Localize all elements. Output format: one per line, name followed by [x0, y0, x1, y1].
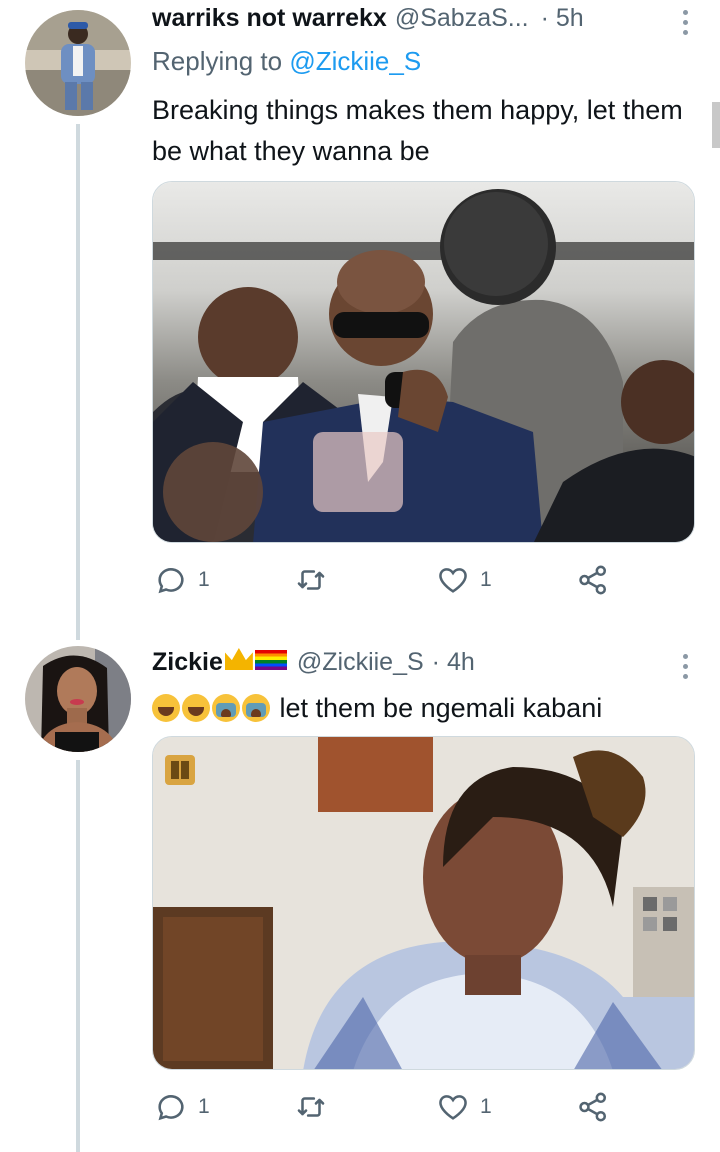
tweet-actions: 1 1: [152, 563, 632, 603]
scrollbar[interactable]: [712, 102, 720, 148]
replying-to-label: Replying to: [152, 46, 290, 76]
display-name[interactable]: warriks not warrekx: [152, 4, 387, 33]
thread-line: [76, 760, 80, 1152]
display-name[interactable]: Zickie: [152, 648, 223, 677]
reply-button[interactable]: 1: [154, 1090, 210, 1124]
reply-button[interactable]: 1: [154, 563, 210, 597]
avatar-zickie[interactable]: [25, 646, 131, 752]
rainbow-flag-icon: [254, 650, 287, 670]
reply-icon: [158, 568, 184, 594]
like-count: 1: [480, 568, 492, 591]
share-icon: [579, 565, 607, 595]
reply-count: 1: [198, 568, 210, 591]
tweet-header: Zickie @Zickiie_S · 4h: [152, 648, 690, 684]
laughing-emoji-icon: [182, 694, 210, 722]
retweet-button[interactable]: [294, 563, 338, 597]
tweet-text-body: let them be ngemali kabani: [279, 693, 603, 723]
crying-emoji-icon: [242, 694, 270, 722]
share-button[interactable]: [576, 563, 610, 597]
like-button[interactable]: 1: [436, 1090, 492, 1124]
more-vertical-icon[interactable]: [680, 654, 690, 684]
tweet-header: warriks not warrekx @SabzaS... · 5h: [152, 4, 690, 40]
handle[interactable]: @SabzaS...: [395, 4, 529, 33]
share-icon: [579, 1092, 607, 1122]
replying-to-mention[interactable]: @Zickiie_S: [289, 46, 421, 76]
tweet-photo[interactable]: [152, 181, 695, 543]
tweet-1[interactable]: warriks not warrekx @SabzaS... · 5h Repl…: [0, 0, 720, 640]
timestamp[interactable]: · 4h: [432, 648, 475, 677]
avatar-warriks[interactable]: [25, 10, 131, 116]
crown-emoji-icon: [224, 648, 253, 670]
heart-icon: [439, 568, 467, 593]
share-button[interactable]: [576, 1090, 610, 1124]
replying-to: Replying to @Zickiie_S: [152, 46, 421, 77]
heart-icon: [439, 1095, 467, 1120]
like-button[interactable]: 1: [436, 563, 492, 597]
laughing-emoji-icon: [152, 694, 180, 722]
retweet-icon: [297, 1097, 325, 1117]
reply-icon: [158, 1095, 184, 1121]
retweet-button[interactable]: [294, 1090, 338, 1124]
timestamp[interactable]: · 5h: [541, 4, 584, 33]
retweet-icon: [297, 570, 325, 590]
reply-count: 1: [198, 1095, 210, 1118]
tweet-2[interactable]: Zickie @Zickiie_S · 4h let them be ngema…: [0, 640, 720, 1152]
tweet-photo[interactable]: [152, 736, 695, 1070]
like-count: 1: [480, 1095, 492, 1118]
more-vertical-icon[interactable]: [680, 10, 690, 40]
crying-emoji-icon: [212, 694, 240, 722]
tweet-text: Breaking things makes them happy, let th…: [152, 95, 683, 166]
tweet-actions: 1 1: [152, 1090, 632, 1130]
handle[interactable]: @Zickiie_S: [297, 648, 424, 677]
thread-line: [76, 124, 80, 640]
tweet-text: let them be ngemali kabani: [152, 688, 690, 729]
